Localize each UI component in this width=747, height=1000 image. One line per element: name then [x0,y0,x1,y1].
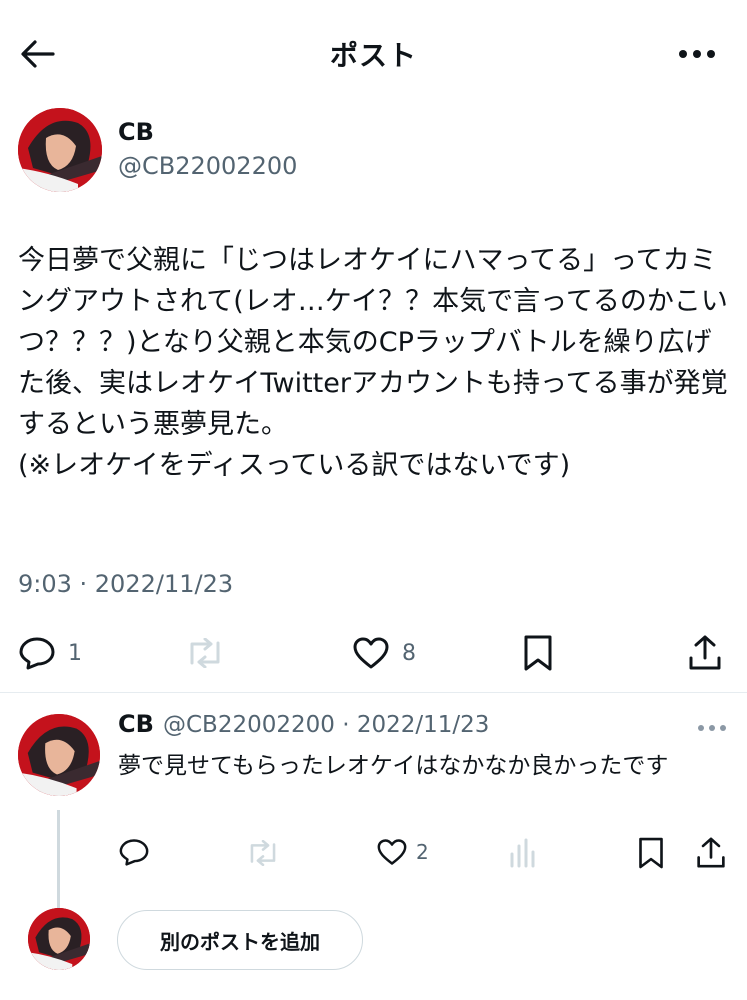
post-timestamp[interactable]: 9:03 · 2022/11/23 [18,570,233,598]
reply-icon [19,637,55,670]
reply-bookmark-button[interactable] [637,836,665,870]
repost-icon [190,638,220,668]
avatar-image [28,908,90,970]
reply-author-name[interactable]: CB [118,710,154,738]
like-button[interactable]: 8 [352,636,416,670]
bookmark-icon [639,837,663,869]
reply-like-button[interactable]: 2 [376,838,429,866]
share-icon [697,837,725,868]
reply-icon [119,839,149,866]
more-horizontal-icon [698,725,726,731]
reply-text: 夢で見せてもらったレオケイはなかなか良かったです [118,753,669,779]
reply-more-button[interactable] [697,718,727,734]
reply-reply-button[interactable] [118,838,150,866]
section-divider [0,692,747,693]
repost-button [185,638,225,668]
reply-avatar[interactable] [18,714,100,796]
repost-icon [250,840,276,866]
more-options-button[interactable] [677,40,717,68]
share-icon [689,635,721,670]
top-bar: ポスト [0,0,747,105]
reply-button[interactable]: 1 [18,636,82,670]
bookmark-button[interactable] [522,634,554,672]
heart-icon [377,839,407,865]
reply-count: 1 [68,640,82,666]
avatar-image [18,108,102,192]
share-button[interactable] [688,634,722,672]
avatar-image [18,714,100,796]
reply-repost-button [246,840,280,866]
analytics-icon [510,838,535,868]
thread-connector [57,810,60,908]
heart-icon [353,637,389,669]
author-handle[interactable]: @CB22002200 [118,152,297,180]
more-horizontal-icon [679,50,715,58]
add-post-button[interactable]: 別のポストを追加 [117,910,363,970]
page-title: ポスト [329,39,417,72]
bookmark-icon [524,635,552,671]
reply-like-count: 2 [416,840,429,864]
reply-views-button [508,838,536,868]
avatar[interactable] [18,108,102,192]
author-name[interactable]: CB [118,118,154,146]
reply-meta[interactable]: @CB22002200 · 2022/11/23 [163,712,489,738]
post-text: 今日夢で父親に「じつはレオケイにハマってる」ってカミングアウトされて(レオ…ケイ… [18,245,728,481]
composer-avatar [28,908,90,970]
reply-share-button[interactable] [696,836,726,870]
like-count: 8 [402,640,416,666]
